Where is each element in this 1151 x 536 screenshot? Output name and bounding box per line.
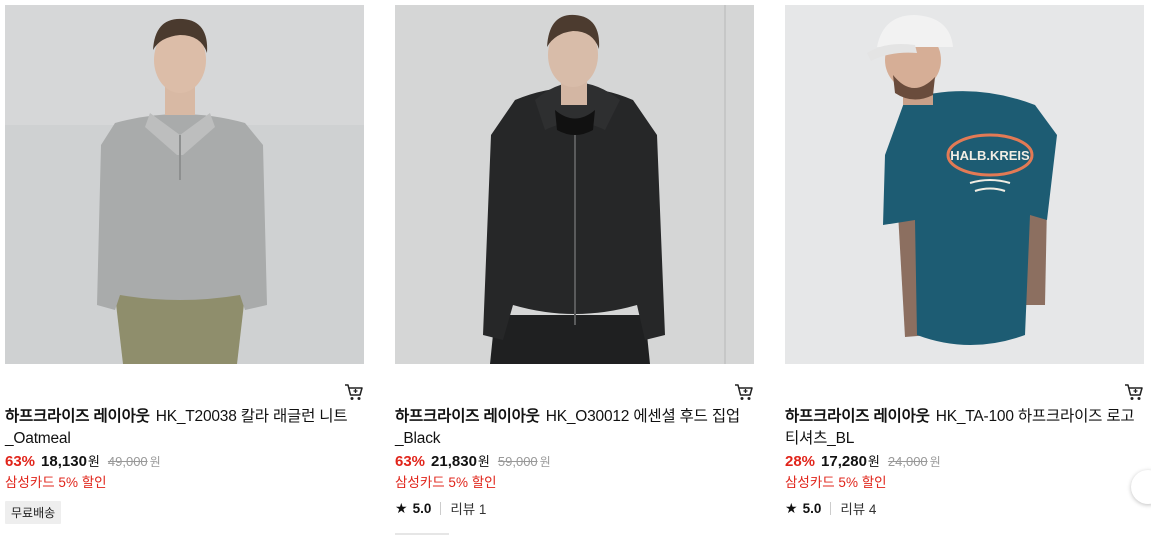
divider	[830, 501, 832, 515]
rating-row: ★ 5.0 리뷰 1	[395, 497, 754, 519]
product-card[interactable]: 하프크라이즈 레이아웃 HK_O30012 에센셜 후드 집업_Black 63%…	[395, 5, 754, 519]
currency: 원	[477, 454, 490, 469]
product-image[interactable]	[5, 5, 364, 364]
original-currency: 원	[929, 455, 941, 469]
original-price: 24,000	[887, 454, 928, 469]
product-image[interactable]: HALB.KREIS	[785, 5, 1144, 364]
shopping-cart-icon[interactable]	[1124, 382, 1144, 402]
product-photo-hoodie	[395, 5, 754, 364]
discount-rate: 63%	[395, 453, 426, 470]
card-promo: 삼성카드 5% 할인	[395, 475, 497, 490]
review-count[interactable]: 리뷰 1	[450, 498, 486, 518]
star-icon: ★	[785, 499, 798, 516]
product-title[interactable]: 하프크라이즈 레이아웃 HK_O30012 에센셜 후드 집업_Black	[395, 406, 754, 450]
card-promo: 삼성카드 5% 할인	[5, 475, 107, 490]
shopping-cart-icon[interactable]	[344, 382, 364, 402]
rating-score: 5.0	[412, 500, 432, 516]
shopping-cart-icon[interactable]	[734, 382, 754, 402]
product-title[interactable]: 하프크라이즈 레이아웃 HK_TA-100 하프크라이즈 로고 티셔츠_BL	[785, 406, 1144, 450]
original-price: 59,000	[497, 454, 538, 469]
rating-row: ★ 5.0 리뷰 4	[785, 497, 1144, 519]
sale-price: 17,280	[821, 453, 867, 470]
free-shipping-badge: 무료배송	[5, 501, 62, 524]
product-photo-knit	[5, 5, 364, 364]
review-count[interactable]: 리뷰 4	[840, 498, 876, 518]
price-row: 28% 17,280 원 24,000 원	[785, 451, 1144, 473]
divider-line	[395, 533, 449, 535]
brand-name: 하프크라이즈 레이아웃	[5, 408, 150, 425]
brand-name: 하프크라이즈 레이아웃	[395, 408, 540, 425]
brand-name: 하프크라이즈 레이아웃	[785, 408, 930, 425]
original-price: 49,000	[107, 454, 148, 469]
sale-price: 21,830	[431, 453, 477, 470]
product-title[interactable]: 하프크라이즈 레이아웃 HK_T20038 칼라 래글런 니트_Oatmeal	[5, 406, 364, 450]
product-image[interactable]	[395, 5, 754, 364]
discount-rate: 63%	[5, 453, 36, 470]
rating-score: 5.0	[802, 500, 822, 516]
product-photo-tshirt: HALB.KREIS	[785, 5, 1144, 364]
original-currency: 원	[539, 455, 551, 469]
divider	[440, 501, 442, 515]
price-row: 63% 18,130 원 49,000 원	[5, 451, 364, 473]
sale-price: 18,130	[41, 453, 87, 470]
star-icon: ★	[395, 499, 408, 516]
card-promo: 삼성카드 5% 할인	[785, 475, 887, 490]
price-row: 63% 21,830 원 59,000 원	[395, 451, 754, 473]
currency: 원	[87, 454, 100, 469]
shirt-print-text: HALB.KREIS	[950, 148, 1030, 163]
currency: 원	[867, 454, 880, 469]
original-currency: 원	[149, 455, 161, 469]
product-card[interactable]: 하프크라이즈 레이아웃 HK_T20038 칼라 래글런 니트_Oatmeal 6…	[5, 5, 364, 524]
product-card[interactable]: HALB.KREIS 하프크라이즈 레이아웃 HK_TA-100 하프크라이즈 로…	[785, 5, 1144, 519]
discount-rate: 28%	[785, 453, 816, 470]
